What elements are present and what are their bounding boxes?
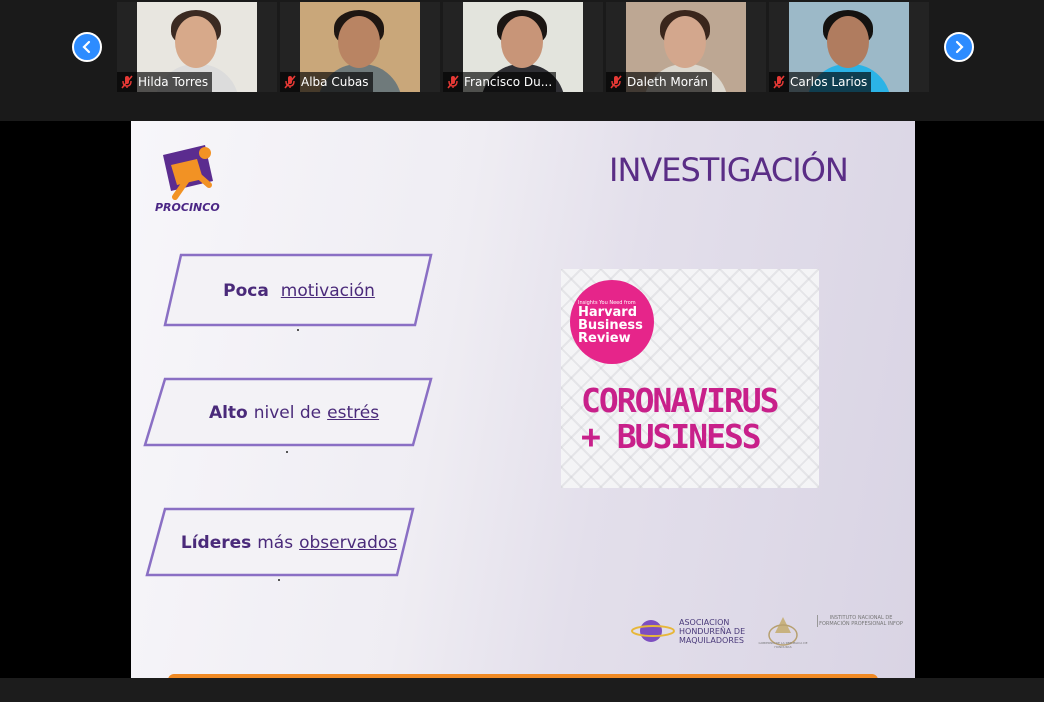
participant-name-tag: Alba Cubas — [280, 72, 373, 92]
participant-tile[interactable]: Hilda Torres — [117, 2, 277, 92]
footer-bar — [0, 678, 1044, 702]
participant-tile[interactable]: Carlos Larios — [769, 2, 929, 92]
chevron-right-icon — [955, 40, 964, 54]
participant-name-tag: Francisco Du... — [443, 72, 557, 92]
hbr-badge: Insights You Need from Harvard Business … — [570, 280, 654, 364]
shared-screen-slide: PROCINCO INVESTIGACIÓN Poca motivación Al… — [131, 121, 915, 678]
chevron-left-icon — [82, 40, 91, 54]
participant-name: Francisco Du... — [464, 75, 553, 89]
participant-tile[interactable]: Daleth Morán — [606, 2, 766, 92]
participant-tile[interactable]: Alba Cubas — [280, 2, 440, 92]
gallery-next-button[interactable] — [944, 32, 974, 62]
logo-text: PROCINCO — [155, 201, 220, 214]
mic-off-icon — [610, 75, 622, 89]
topic-1-underlined: motivación — [280, 281, 375, 301]
topic-1-bold: Poca — [223, 281, 269, 301]
participant-name: Daleth Morán — [627, 75, 709, 89]
participant-name-tag: Hilda Torres — [117, 72, 213, 92]
participant-tile[interactable]: Francisco Du... — [443, 2, 603, 92]
topic-box-3: Líderes más observados — [143, 505, 419, 577]
participant-name: Hilda Torres — [138, 75, 209, 89]
participant-name-tag: Carlos Larios — [769, 72, 872, 92]
sponsor-ahm: ASOCIACION HONDUREÑA DE MAQUILADORES — [631, 616, 749, 646]
topic-2-underlined: estrés — [327, 403, 380, 423]
gallery-prev-button[interactable] — [72, 32, 102, 62]
gallery-strip: Hilda Torres Alba Cubas Francisco Du... Dal… — [0, 0, 1044, 121]
participant-name-tag: Daleth Morán — [606, 72, 713, 92]
participant-name: Alba Cubas — [301, 75, 369, 89]
slide-title: INVESTIGACIÓN — [609, 151, 849, 189]
topic-3-bold: Líderes — [180, 533, 252, 553]
mic-off-icon — [447, 75, 459, 89]
topic-2-bold: Alto — [208, 403, 248, 423]
planet-logo-icon — [631, 620, 675, 642]
infop-logo: INSTITUTO NACIONAL DE FORMACIÓN PROFESIO… — [817, 615, 904, 627]
mic-off-icon — [121, 75, 133, 89]
hbr-headline: CORONAVIRUS + BUSINESS — [581, 381, 780, 456]
mic-off-icon — [284, 75, 296, 89]
topic-box-2: Alto nivel de estrés — [141, 375, 437, 447]
topic-box-1: Poca motivación — [161, 251, 437, 327]
hbr-book-cover: Insights You Need from Harvard Business … — [561, 269, 819, 488]
topic-3-underlined: observados — [299, 533, 398, 553]
participant-name: Carlos Larios — [790, 75, 868, 89]
mic-off-icon — [773, 75, 785, 89]
